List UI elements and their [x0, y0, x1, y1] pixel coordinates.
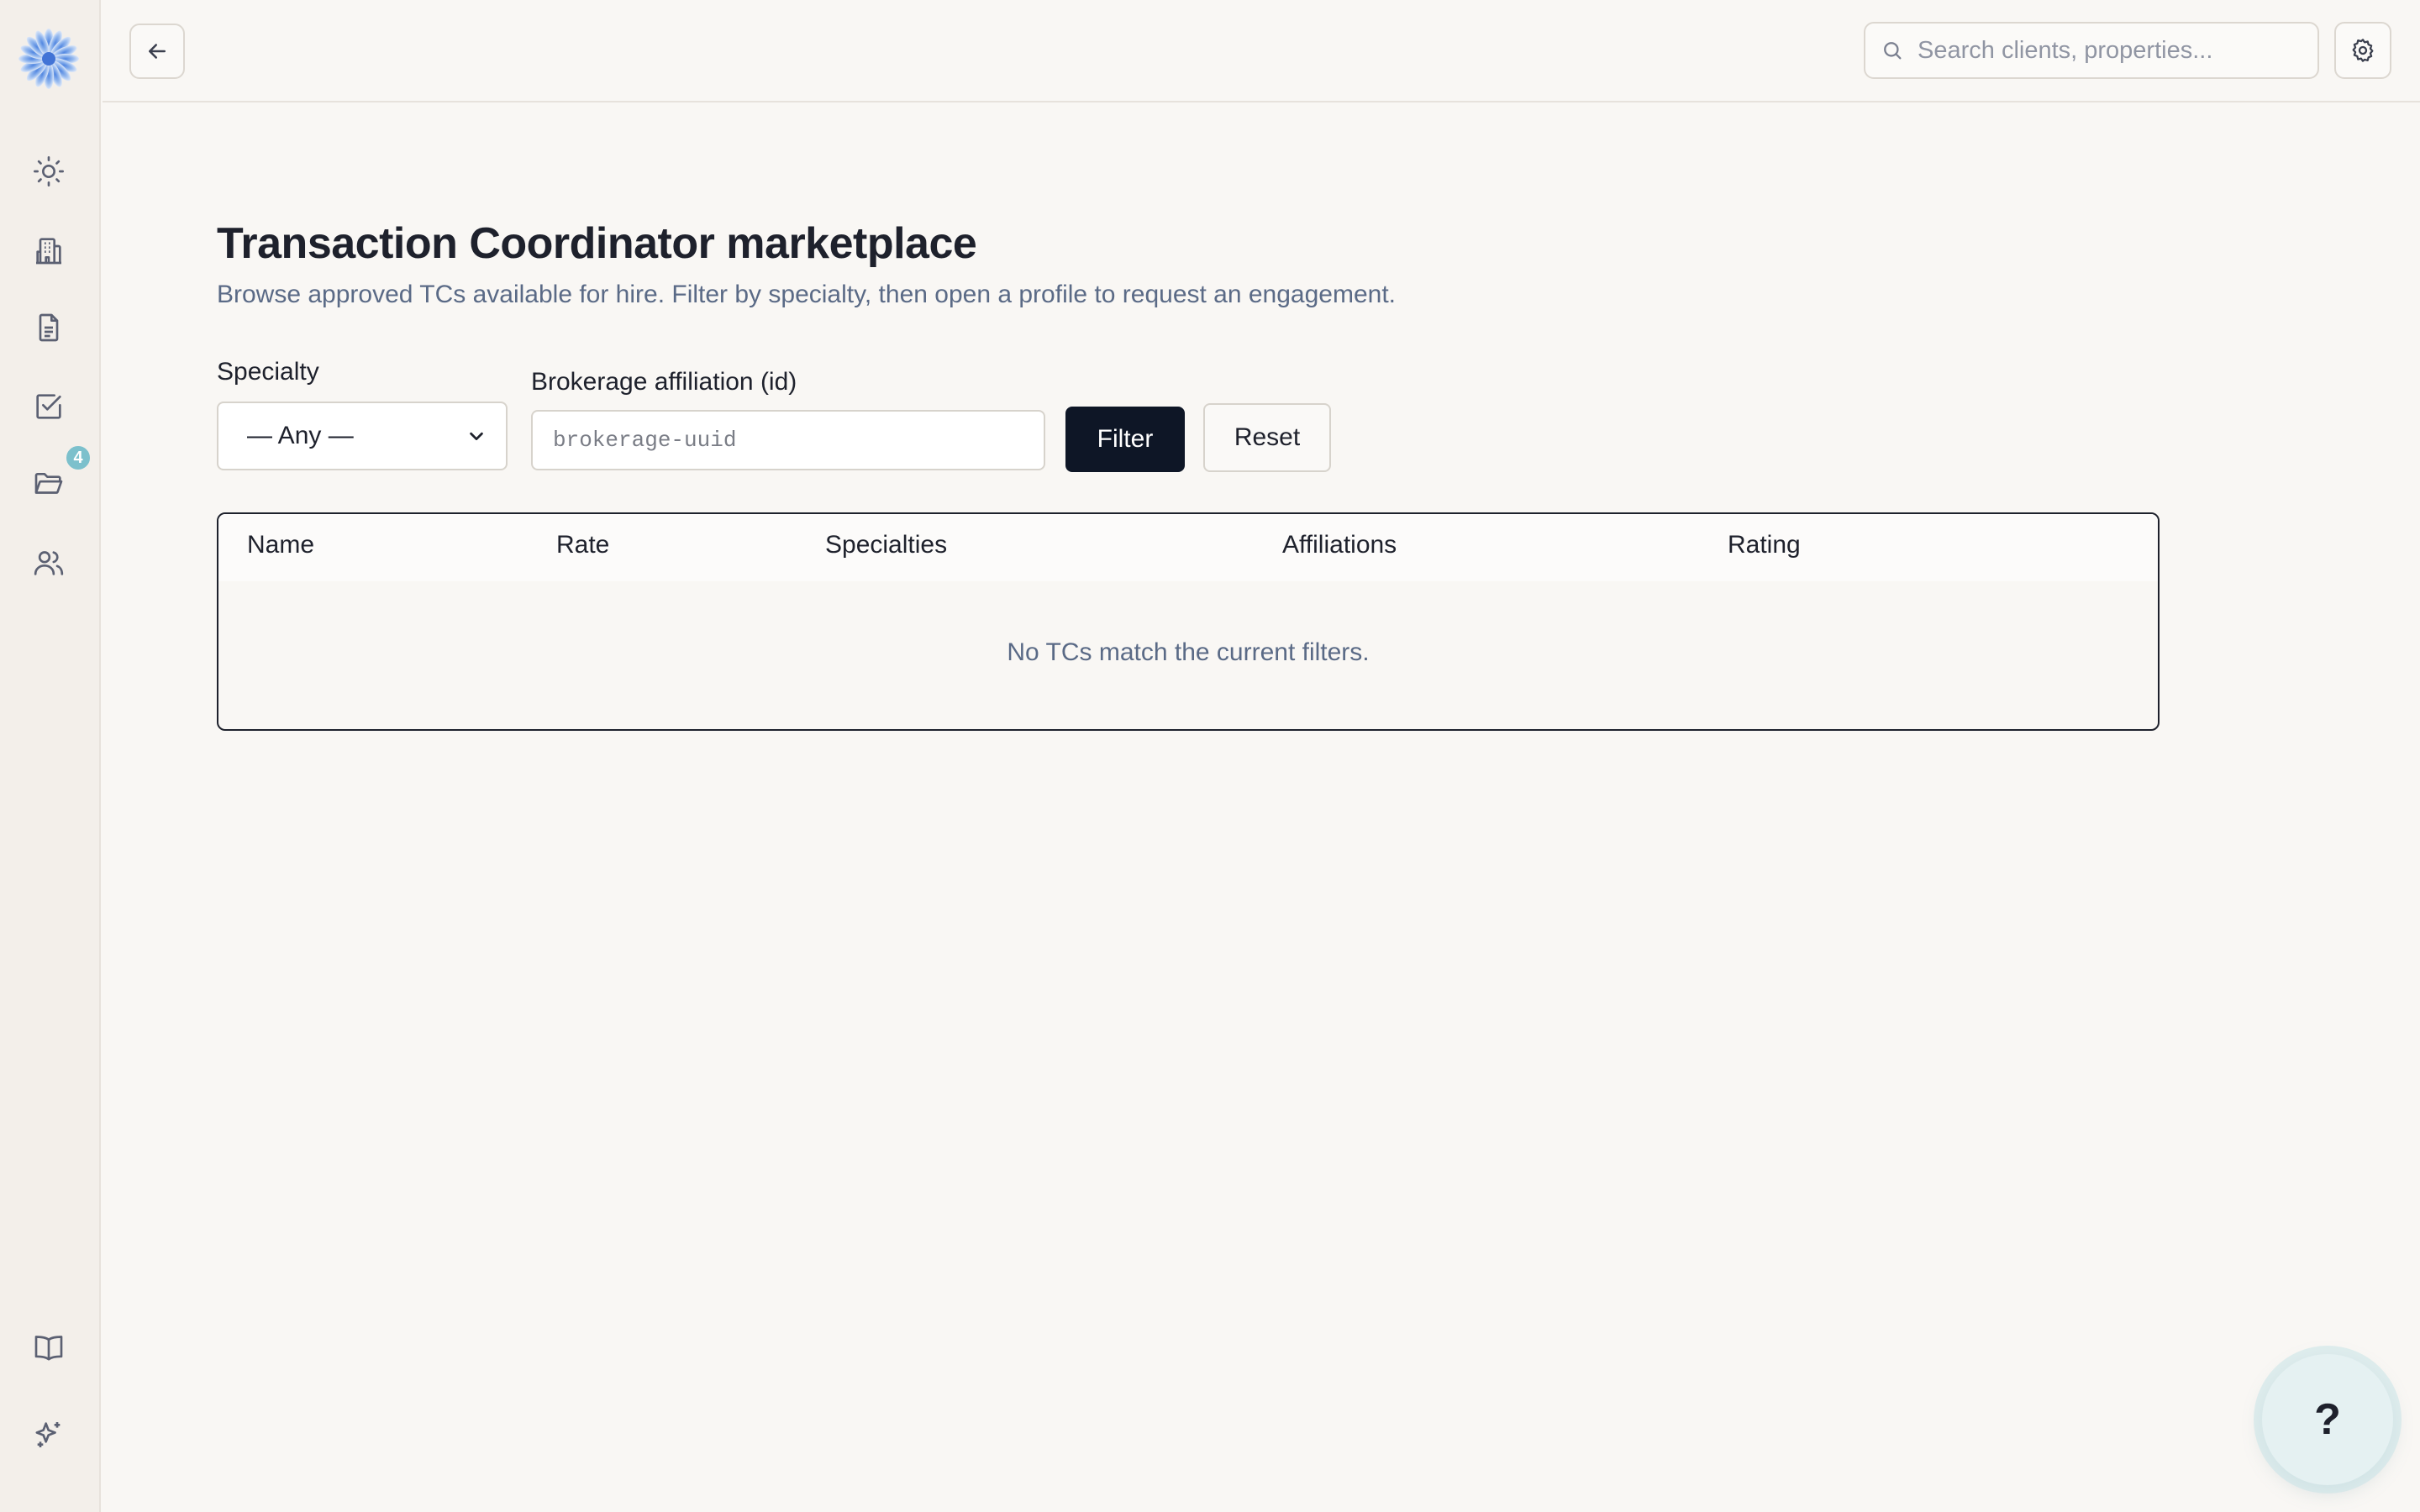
folder-icon: [34, 473, 63, 494]
page-subtitle: Browse approved TCs available for hire. …: [217, 281, 1397, 308]
brokerage-label: Brokerage affiliation (id): [531, 368, 797, 396]
nav-files[interactable]: [25, 460, 72, 507]
building-icon: [36, 238, 61, 265]
column-header-name[interactable]: Name: [247, 531, 314, 559]
top-bar: [103, 0, 2420, 102]
table-header: Name Rate Specialties Affiliations Ratin…: [218, 514, 2158, 581]
column-header-affiliations[interactable]: Affiliations: [1282, 531, 1397, 559]
arrow-left-icon: [149, 44, 166, 59]
brokerage-id-input[interactable]: [531, 410, 1045, 470]
nav-tasks[interactable]: [25, 383, 72, 430]
column-header-rate[interactable]: Rate: [556, 531, 609, 559]
app-logo[interactable]: [18, 29, 79, 89]
users-icon: [34, 551, 64, 575]
gear-icon: [2352, 39, 2374, 62]
tc-table: Name Rate Specialties Affiliations Ratin…: [217, 512, 2160, 731]
back-button[interactable]: [129, 24, 185, 79]
nav-assistant[interactable]: [25, 1411, 72, 1458]
nav-guide[interactable]: [25, 1324, 72, 1371]
sun-icon: [34, 156, 64, 187]
book-icon: [34, 1336, 63, 1361]
column-header-specialties[interactable]: Specialties: [825, 531, 947, 559]
settings-button[interactable]: [2334, 22, 2391, 79]
sidebar: 4: [0, 0, 101, 1512]
chevron-down-icon: [470, 432, 483, 441]
notification-badge: 4: [64, 444, 92, 472]
sparkles-icon: [35, 1422, 60, 1447]
search-icon: [1884, 42, 1902, 60]
global-search[interactable]: [1864, 22, 2319, 79]
reset-button[interactable]: Reset: [1203, 403, 1331, 472]
nav-documents[interactable]: [25, 304, 72, 351]
help-button[interactable]: ?: [2262, 1354, 2393, 1485]
page-title: Transaction Coordinator marketplace: [217, 219, 977, 268]
checkbox-icon: [36, 394, 61, 419]
specialty-selected-value: — Any —: [247, 422, 354, 449]
specialty-label: Specialty: [217, 358, 319, 386]
specialty-select[interactable]: — Any —: [217, 402, 508, 470]
nav-dashboard[interactable]: [25, 148, 72, 195]
filter-button[interactable]: Filter: [1065, 407, 1185, 472]
nav-properties[interactable]: [25, 227, 72, 274]
empty-state-message: No TCs match the current filters.: [1007, 638, 1370, 666]
nav-contacts[interactable]: [25, 539, 72, 586]
column-header-rating[interactable]: Rating: [1728, 531, 1801, 559]
search-input[interactable]: [1918, 36, 2304, 65]
document-icon: [39, 313, 59, 342]
